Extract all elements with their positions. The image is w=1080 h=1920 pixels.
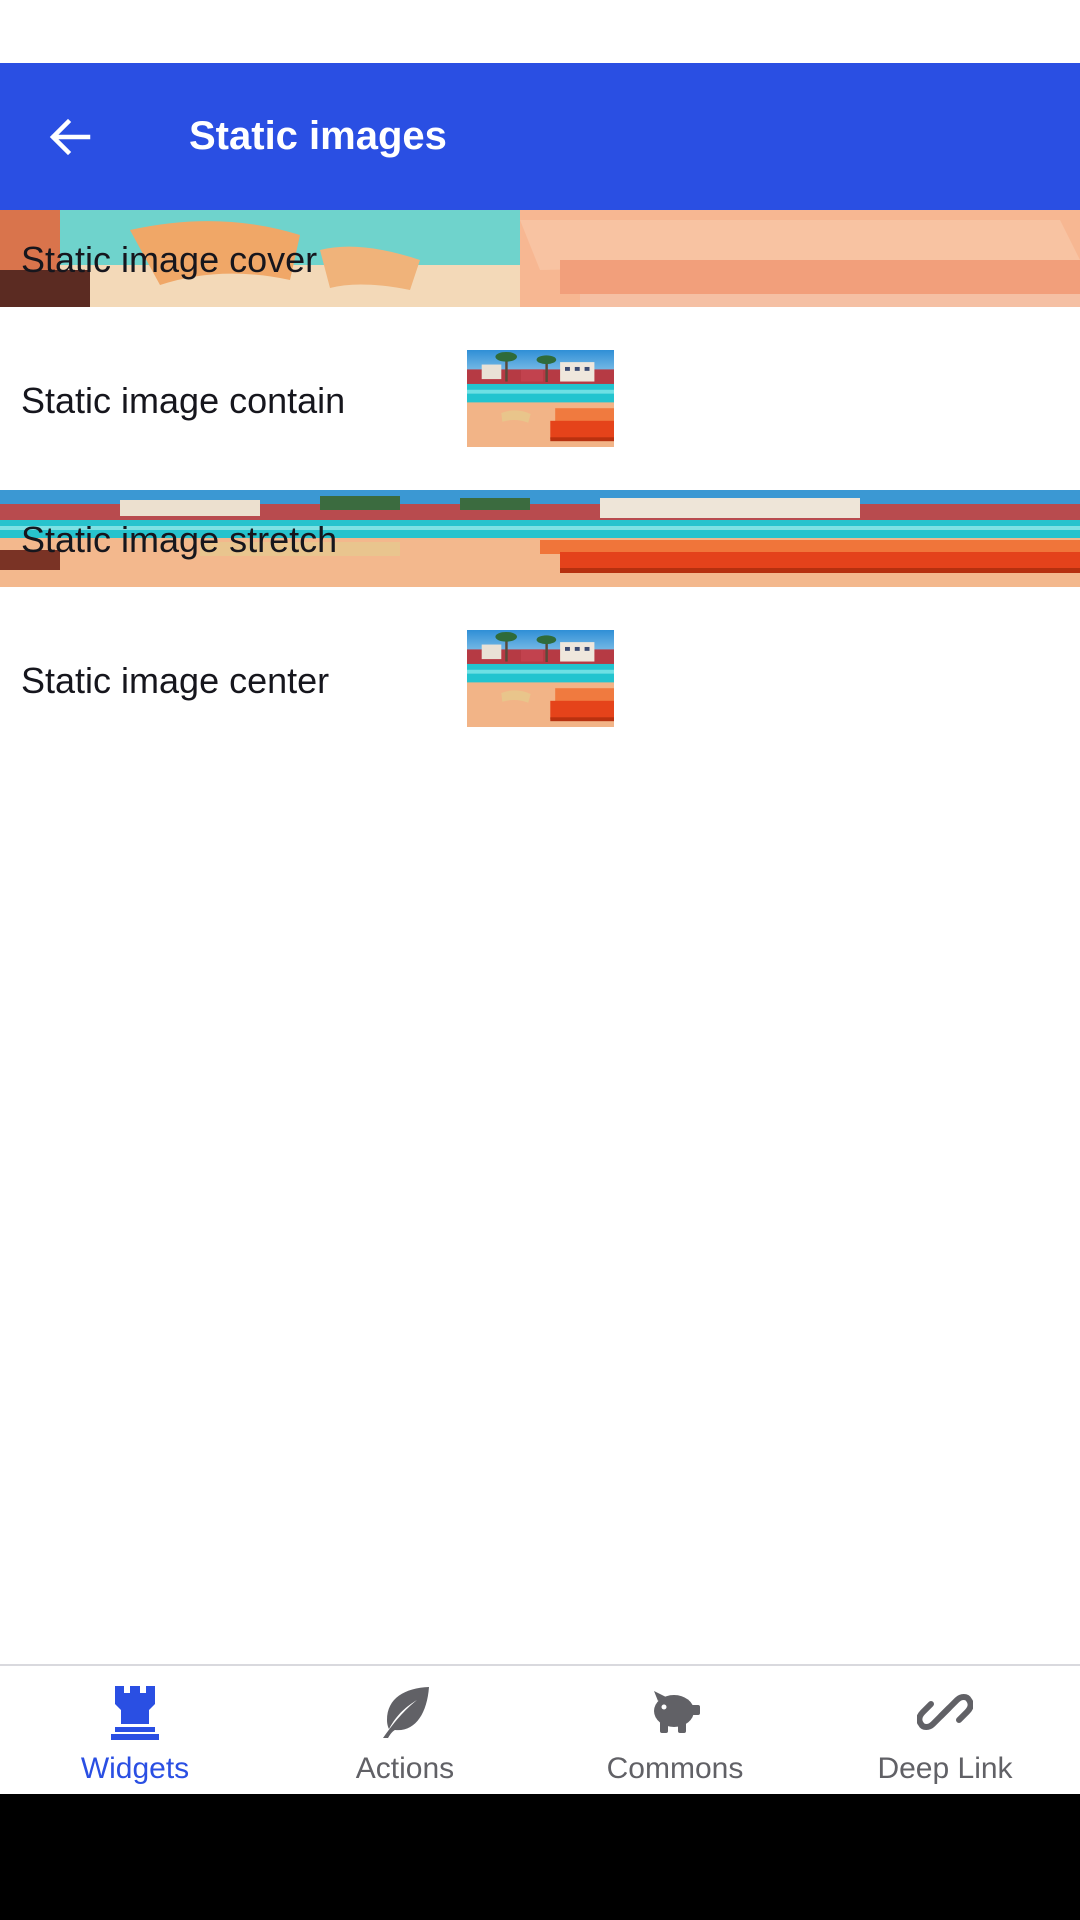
nav-label: Commons bbox=[606, 1752, 744, 1785]
nav-tab-deep-link[interactable]: Deep Link bbox=[810, 1666, 1080, 1794]
nav-label: Actions bbox=[355, 1752, 455, 1785]
castle-rook-icon bbox=[111, 1686, 159, 1740]
link-icon bbox=[917, 1694, 973, 1730]
bottom-navigation: Widgets Actions Commons Deep Link bbox=[0, 1664, 1080, 1794]
row-label: Static image contain bbox=[21, 380, 346, 421]
leaf-icon bbox=[383, 1687, 429, 1738]
status-bar bbox=[0, 0, 1080, 63]
arrow-left-icon bbox=[49, 118, 91, 156]
nav-label: Widgets bbox=[80, 1752, 190, 1785]
row-label: Static image cover bbox=[21, 239, 318, 280]
system-navigation-bar bbox=[0, 1794, 1080, 1920]
row-label: Static image stretch bbox=[21, 519, 338, 560]
center-image bbox=[467, 630, 614, 727]
nav-tab-commons[interactable]: Commons bbox=[540, 1666, 810, 1794]
list-item-contain[interactable]: Static image contain bbox=[0, 308, 1080, 491]
app-bar: Static images bbox=[0, 63, 1080, 210]
list-item-cover[interactable]: Static image cover bbox=[0, 210, 1080, 307]
nav-tab-actions[interactable]: Actions bbox=[270, 1666, 540, 1794]
list-item-stretch[interactable]: Static image stretch bbox=[0, 490, 1080, 587]
nav-tab-widgets[interactable]: Widgets bbox=[0, 1666, 270, 1794]
back-button[interactable] bbox=[28, 95, 112, 179]
list-item-center[interactable]: Static image center bbox=[0, 588, 1080, 771]
page-title: Static images bbox=[189, 114, 447, 158]
piggy-bank-icon bbox=[654, 1691, 700, 1733]
contain-image bbox=[467, 350, 614, 447]
nav-label: Deep Link bbox=[877, 1752, 1013, 1785]
row-label: Static image center bbox=[21, 660, 330, 701]
